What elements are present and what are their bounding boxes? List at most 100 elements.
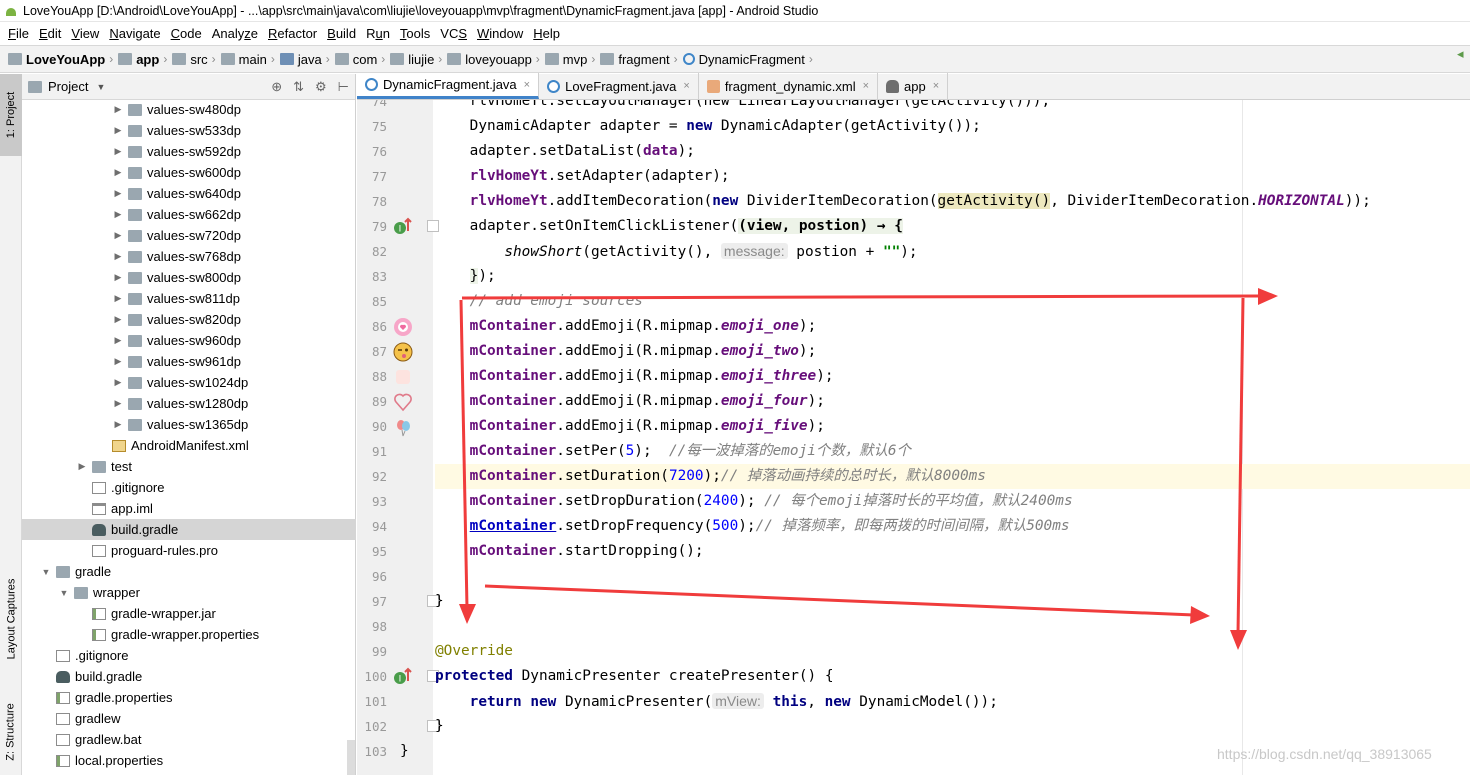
expand-right-icon[interactable]: ▶ xyxy=(112,272,124,283)
expand-right-icon[interactable]: ▶ xyxy=(112,356,124,367)
tree-item[interactable]: app.iml xyxy=(22,498,356,519)
expand-right-icon[interactable]: ▶ xyxy=(76,461,88,472)
close-icon[interactable]: × xyxy=(863,80,869,92)
menu-item[interactable]: View xyxy=(66,22,104,45)
project-view-selector[interactable]: Project xyxy=(48,79,88,94)
breadcrumb-item[interactable]: LoveYouApp › xyxy=(8,52,118,67)
breadcrumb-item[interactable]: java › xyxy=(279,52,335,67)
tab-layout-captures[interactable]: Layout Captures xyxy=(0,564,22,674)
breadcrumb-item[interactable]: fragment › xyxy=(600,52,682,67)
expand-right-icon[interactable]: ▶ xyxy=(112,335,124,346)
tree-item[interactable]: ▶ values-sw600dp xyxy=(22,162,356,183)
menu-item[interactable]: Edit xyxy=(34,22,66,45)
breadcrumb-item[interactable]: mvp › xyxy=(544,52,601,67)
scrollbar-thumb[interactable] xyxy=(347,740,355,775)
expand-right-icon[interactable]: ▶ xyxy=(112,377,124,388)
tree-item[interactable]: proguard-rules.pro xyxy=(22,540,356,561)
expand-right-icon[interactable]: ▶ xyxy=(112,188,124,199)
hide-panel-icon[interactable]: ⊢ xyxy=(338,79,349,95)
tree-item[interactable]: ▶ values-sw961dp xyxy=(22,351,356,372)
tree-item[interactable]: ▶ values-sw1365dp xyxy=(22,414,356,435)
tree-item[interactable]: ▶ values-sw811dp xyxy=(22,288,356,309)
expand-down-icon[interactable]: ▼ xyxy=(58,588,70,598)
menu-item[interactable]: Navigate xyxy=(104,22,165,45)
tree-item[interactable]: ▼ gradle xyxy=(22,561,356,582)
expand-right-icon[interactable]: ▶ xyxy=(112,314,124,325)
breadcrumb-item[interactable]: app › xyxy=(118,52,172,67)
tree-item[interactable]: ▶ values-sw480dp xyxy=(22,99,356,120)
close-icon[interactable]: × xyxy=(524,79,530,91)
tree-item[interactable]: gradlew xyxy=(22,708,356,729)
gear-icon[interactable]: ⚙ xyxy=(315,79,327,95)
tree-item[interactable]: ▼ wrapper xyxy=(22,582,356,603)
tree-item[interactable]: ▶ values-sw820dp xyxy=(22,309,356,330)
tree-item[interactable]: build.gradle xyxy=(22,519,356,540)
tree-item[interactable]: ▶ values-sw960dp xyxy=(22,330,356,351)
menu-item[interactable]: VCS xyxy=(435,22,472,45)
editor-tab[interactable]: fragment_dynamic.xml × xyxy=(699,73,879,99)
menu-item[interactable]: Window xyxy=(472,22,528,45)
menu-item[interactable]: Refactor xyxy=(263,22,322,45)
expand-right-icon[interactable]: ▶ xyxy=(112,125,124,136)
tree-item[interactable]: AndroidManifest.xml xyxy=(22,435,356,456)
editor-tab[interactable]: app × xyxy=(878,73,949,99)
expand-right-icon[interactable]: ▶ xyxy=(112,209,124,220)
tree-item[interactable]: ▶ values-sw662dp xyxy=(22,204,356,225)
expand-right-icon[interactable]: ▶ xyxy=(112,251,124,262)
tree-item[interactable]: gradle-wrapper.jar xyxy=(22,603,356,624)
tree-item[interactable]: gradle.properties xyxy=(22,687,356,708)
breadcrumb-item[interactable]: main › xyxy=(220,52,280,67)
tree-item[interactable]: ▶ values-sw720dp xyxy=(22,225,356,246)
menu-item[interactable]: Build xyxy=(322,22,361,45)
chevron-down-icon[interactable]: ▼ xyxy=(96,82,105,92)
back-arrow-icon[interactable]: ◂ xyxy=(1457,46,1470,74)
tree-item[interactable]: ▶ values-sw1024dp xyxy=(22,372,356,393)
tree-item[interactable]: gradle-wrapper.properties xyxy=(22,624,356,645)
menu-item[interactable]: Analyze xyxy=(207,22,263,45)
menu-item[interactable]: Code xyxy=(166,22,207,45)
tree-item[interactable]: ▶ values-sw533dp xyxy=(22,120,356,141)
tree-item[interactable]: ▶ values-sw768dp xyxy=(22,246,356,267)
editor-tab[interactable]: DynamicFragment.java × xyxy=(357,73,540,99)
editor-tab[interactable]: LoveFragment.java × xyxy=(539,73,699,99)
tree-item[interactable]: ▶ values-sw1280dp xyxy=(22,393,356,414)
code-editor[interactable]: 74 75 76 77 78 79 I 82 83 85 86 87 88 89 90 91 92 93 94 95 9… xyxy=(357,100,1470,775)
expand-right-icon[interactable]: ▶ xyxy=(112,104,124,115)
breadcrumb-item[interactable]: src › xyxy=(172,52,220,67)
xml-icon xyxy=(112,439,126,452)
breadcrumb-item[interactable]: loveyouapp › xyxy=(447,52,545,67)
locate-icon[interactable]: ⊕ xyxy=(271,79,282,95)
tree-item[interactable]: gradlew.bat xyxy=(22,729,356,750)
tree-item[interactable]: local.properties xyxy=(22,750,356,771)
tree-item-label: .gitignore xyxy=(111,480,165,495)
collapse-all-icon[interactable]: ⇅ xyxy=(293,79,304,95)
breadcrumb-item[interactable]: com › xyxy=(334,52,391,67)
override-method-icon[interactable]: I xyxy=(393,667,413,687)
expand-right-icon[interactable]: ▶ xyxy=(112,146,124,157)
breadcrumb-item[interactable]: liujie › xyxy=(390,52,447,67)
close-icon[interactable]: × xyxy=(933,80,939,92)
tree-item[interactable]: ▶ test xyxy=(22,456,356,477)
close-icon[interactable]: × xyxy=(683,80,689,92)
tree-item[interactable]: build.gradle xyxy=(22,666,356,687)
menu-item[interactable]: File xyxy=(3,22,34,45)
expand-right-icon[interactable]: ▶ xyxy=(112,419,124,430)
tree-item[interactable]: ▶ values-sw640dp xyxy=(22,183,356,204)
menu-item[interactable]: Help xyxy=(528,22,565,45)
expand-right-icon[interactable]: ▶ xyxy=(112,398,124,409)
tab-structure[interactable]: Z: Structure xyxy=(0,689,22,775)
tab-project[interactable]: 1: Project xyxy=(0,74,22,156)
tree-item[interactable]: .gitignore xyxy=(22,645,356,666)
tree-item[interactable]: .gitignore xyxy=(22,477,356,498)
tree-item[interactable]: ▶ values-sw800dp xyxy=(22,267,356,288)
tree-item-label: values-sw960dp xyxy=(147,333,241,348)
expand-right-icon[interactable]: ▶ xyxy=(112,167,124,178)
expand-right-icon[interactable]: ▶ xyxy=(112,230,124,241)
menu-item[interactable]: Tools xyxy=(395,22,435,45)
tree-item[interactable]: ▶ values-sw592dp xyxy=(22,141,356,162)
expand-down-icon[interactable]: ▼ xyxy=(40,567,52,577)
menu-item[interactable]: Run xyxy=(361,22,395,45)
override-method-icon[interactable]: I xyxy=(393,217,413,237)
expand-right-icon[interactable]: ▶ xyxy=(112,293,124,304)
breadcrumb-item[interactable]: DynamicFragment › xyxy=(682,52,818,67)
